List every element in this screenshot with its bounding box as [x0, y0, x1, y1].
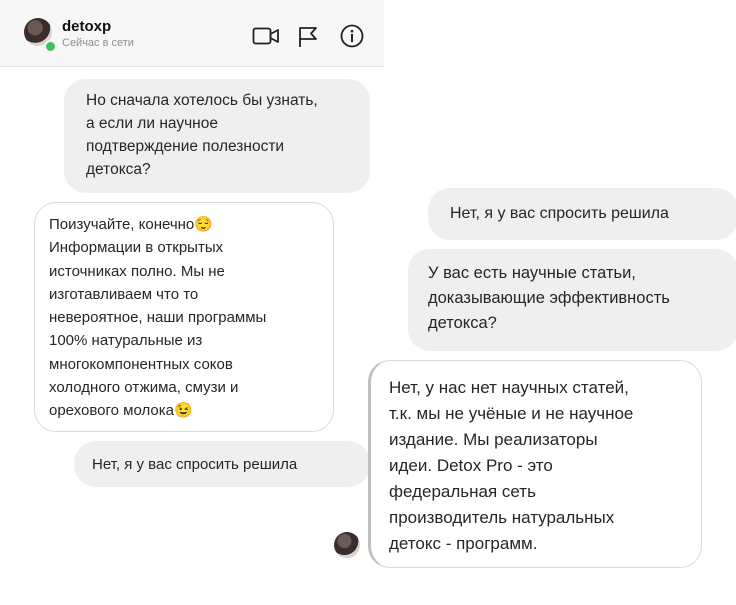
- message-bubble-received: Поизучайте, конечно😌 Информации в открыт…: [34, 202, 334, 432]
- video-camera-icon[interactable]: [252, 26, 280, 46]
- info-icon[interactable]: [340, 24, 364, 48]
- sender-avatar: [334, 532, 360, 558]
- flag-icon[interactable]: [297, 26, 319, 48]
- message-bubble-sent: Но сначала хотелось бы узнать, а если ли…: [64, 79, 370, 193]
- message-bubble-received: Нет, у нас нет научных статей, т.к. мы н…: [368, 360, 702, 568]
- message-bubble-sent: Нет, я у вас спросить решила: [428, 188, 736, 240]
- message-bubble-sent: Нет, я у вас спросить решила: [74, 441, 370, 487]
- message-bubble-sent: У вас есть научные статьи, доказывающие …: [408, 249, 736, 351]
- contact-username[interactable]: detoxp: [62, 18, 111, 35]
- chat-header: detoxp Сейчас в сети: [0, 0, 384, 67]
- online-indicator: [44, 40, 57, 53]
- contact-status: Сейчас в сети: [62, 37, 134, 49]
